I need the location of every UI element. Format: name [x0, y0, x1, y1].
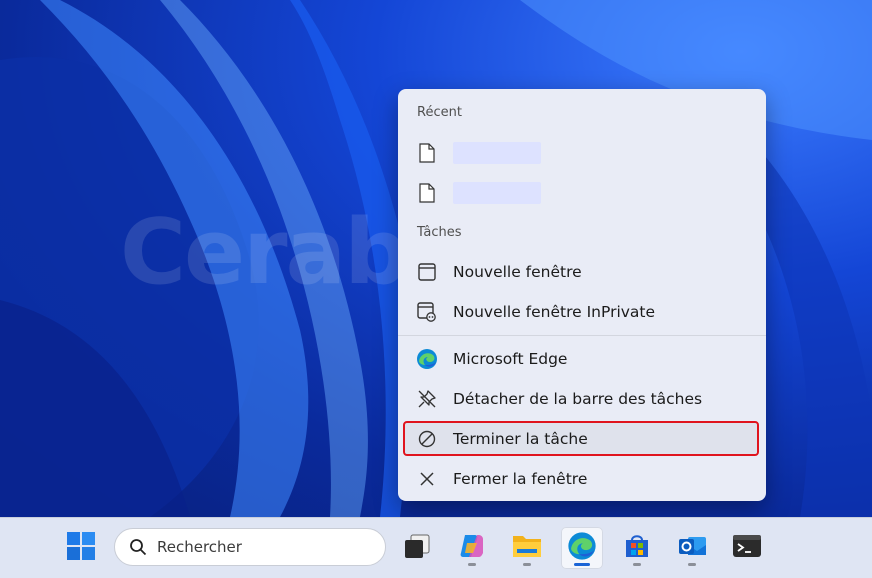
recent-item-name-redacted — [453, 182, 541, 204]
running-indicator — [633, 563, 641, 566]
document-icon — [416, 182, 438, 204]
unpin-from-taskbar-label: Détacher de la barre des tâches — [453, 390, 703, 408]
file-explorer-button[interactable] — [506, 527, 548, 569]
running-indicator — [468, 563, 476, 566]
active-indicator — [574, 563, 590, 566]
new-inprivate-window-label: Nouvelle fenêtre InPrivate — [453, 303, 656, 321]
edge-icon — [567, 531, 597, 565]
recent-section-title: Récent — [417, 105, 462, 120]
tasks-section-title: Tâches — [417, 225, 462, 240]
terminal-icon — [732, 532, 762, 564]
unpin-from-taskbar-item[interactable]: Détacher de la barre des tâches — [404, 381, 760, 417]
end-task-label: Terminer la tâche — [453, 430, 588, 448]
microsoft-store-button[interactable] — [616, 527, 658, 569]
recent-item-name-redacted — [453, 142, 541, 164]
search-box[interactable]: Rechercher — [114, 528, 386, 566]
running-indicator — [523, 563, 531, 566]
new-inprivate-window-item[interactable]: Nouvelle fenêtre InPrivate — [404, 294, 760, 330]
new-window-label: Nouvelle fenêtre — [453, 263, 582, 281]
close-icon — [416, 468, 438, 490]
recent-item-2[interactable] — [404, 175, 760, 211]
copilot-icon — [457, 531, 487, 565]
menu-separator — [398, 335, 766, 336]
edge-icon — [416, 348, 438, 370]
windows-logo-icon — [66, 531, 96, 565]
jump-list-menu: Récent Tâches Nouvelle fenêtre Nouvelle … — [398, 89, 766, 501]
new-window-item[interactable]: Nouvelle fenêtre — [404, 254, 760, 290]
document-icon — [416, 142, 438, 164]
folder-icon — [511, 531, 543, 565]
terminal-button[interactable] — [726, 527, 768, 569]
inprivate-window-icon — [416, 301, 438, 323]
microsoft-edge-taskbar-button[interactable] — [561, 527, 603, 569]
task-view-icon — [402, 531, 432, 565]
taskbar: Rechercher — [0, 517, 872, 578]
end-task-icon — [416, 428, 438, 450]
outlook-button[interactable] — [671, 527, 713, 569]
recent-item-1[interactable] — [404, 135, 760, 171]
store-icon — [622, 531, 652, 565]
window-icon — [416, 261, 438, 283]
copilot-button[interactable] — [451, 527, 493, 569]
task-view-button[interactable] — [396, 527, 438, 569]
start-button[interactable] — [60, 527, 102, 569]
search-icon — [129, 538, 147, 556]
end-task-item[interactable]: Terminer la tâche — [404, 421, 760, 457]
microsoft-edge-item[interactable]: Microsoft Edge — [404, 341, 760, 377]
close-window-item[interactable]: Fermer la fenêtre — [404, 461, 760, 497]
unpin-icon — [416, 388, 438, 410]
microsoft-edge-label: Microsoft Edge — [453, 350, 568, 368]
search-placeholder: Rechercher — [157, 538, 242, 556]
running-indicator — [688, 563, 696, 566]
close-window-label: Fermer la fenêtre — [453, 470, 588, 488]
outlook-icon — [676, 531, 708, 565]
